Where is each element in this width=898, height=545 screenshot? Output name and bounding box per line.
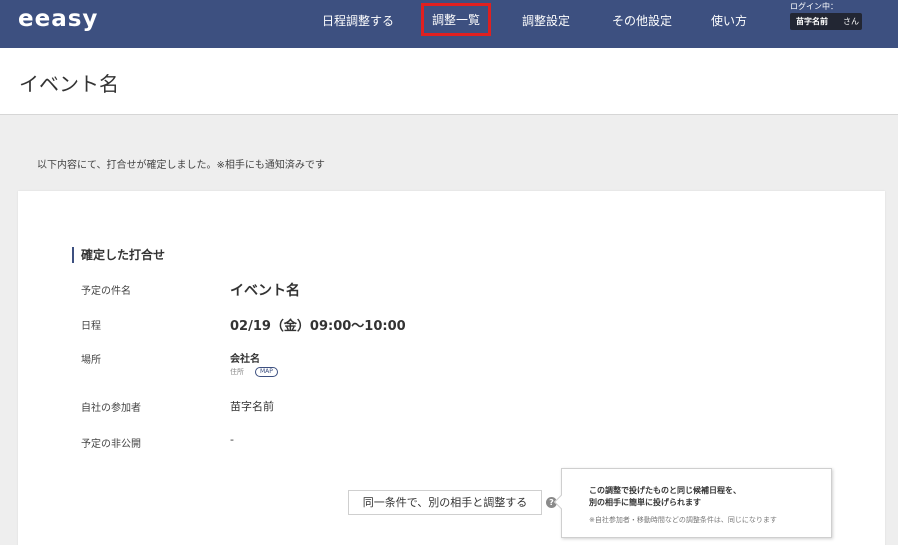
map-link[interactable]: MAP [255,367,278,377]
value-date: 02/19（金）09:00〜10:00 [230,319,406,334]
tooltip-line-2: 別の相手に簡単に投げられます [589,498,701,507]
same-condition-button[interactable]: 同一条件で、別の相手と調整する [348,490,542,515]
help-tooltip: この調整で投げたものと同じ候補日程を、 別の相手に簡単に投げられます ※自社参加… [553,468,832,538]
login-status-label: ログイン中： [790,2,838,11]
top-header: eeasy 日程調整する 調整一覧 調整設定 その他設定 使い方 ログイン中： … [0,0,898,48]
label-place: 場所 [81,355,101,366]
value-participants: 苗字名前 [230,400,274,413]
label-event-name: 予定の件名 [81,286,131,297]
user-honorific: さん [843,17,859,26]
label-date: 日程 [81,321,101,332]
nav-adjust-list[interactable]: 調整一覧 [420,3,492,36]
page-title: イベント名 [19,72,119,96]
nav-adjust-settings[interactable]: 調整設定 [522,12,570,29]
title-band: イベント名 [0,48,898,115]
nav-other-settings[interactable]: その他設定 [612,12,672,29]
place-address: 住所 [230,368,244,376]
user-menu[interactable]: 苗字名前 さん [790,13,862,30]
value-private: - [230,433,234,446]
eeasy-logo[interactable]: eeasy [18,6,98,32]
user-name: 苗字名前 [796,17,828,26]
label-participants: 自社の参加者 [81,403,141,414]
section-title: 確定した打合せ [72,247,165,263]
tooltip-note: ※自社参加者・移動時間などの調整条件は、同じになります [589,516,777,524]
tooltip-arrow [553,494,569,510]
confirmation-notice: 以下内容にて、打合せが確定しました。※相手にも通知済みです [37,160,325,171]
label-private: 予定の非公開 [81,439,141,450]
nav-how-to-use[interactable]: 使い方 [711,12,747,29]
value-place: 会社名 [230,354,260,365]
tooltip-line-1: この調整で投げたものと同じ候補日程を、 [589,486,741,495]
confirmed-meeting-card: 確定した打合せ 予定の件名 イベント名 日程 02/19（金）09:00〜10:… [18,191,885,545]
value-event-name: イベント名 [230,283,300,299]
nav-schedule-adjust[interactable]: 日程調整する [322,12,394,29]
